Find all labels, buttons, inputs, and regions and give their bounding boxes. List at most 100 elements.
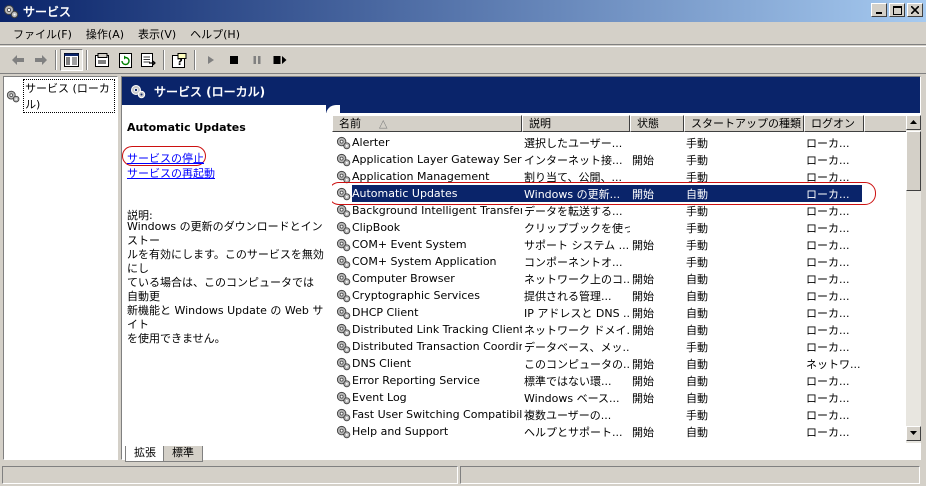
cell-text: 自動: [686, 306, 708, 320]
table-row[interactable]: Cryptographic Services 提供される管理... 開始 自動 ローカ.…: [332, 287, 906, 304]
cell-text: 手動: [686, 204, 708, 218]
cell-text: ローカ...: [806, 391, 850, 405]
service-gear-icon: [336, 425, 351, 439]
cell-name: DHCP Client: [332, 305, 522, 320]
console-tree-icon: [64, 53, 79, 67]
cell-text: 開始: [632, 306, 654, 320]
close-button[interactable]: [907, 3, 923, 17]
service-list[interactable]: 名前 △ 説明 状態 スタートアップの種類 ログオン Alerter 選択したユーザ…: [332, 115, 920, 443]
banner-tail: [326, 105, 920, 113]
table-row[interactable]: Alerter 選択したユーザー... 手動 ローカ...: [332, 134, 906, 151]
column-header-label: 説明: [529, 117, 551, 130]
table-row-selected[interactable]: Automatic Updates Windows の更新... 開始 自動 ローカ..…: [332, 182, 906, 205]
back-button[interactable]: [6, 49, 29, 71]
table-row[interactable]: DNS Client このコンピュータの... 開始 自動 ネットワ...: [332, 355, 906, 372]
table-row[interactable]: Computer Browser ネットワーク上のコ... 開始 自動 ローカ...: [332, 270, 906, 287]
scroll-up-button[interactable]: [906, 115, 921, 130]
cell-status: 開始: [630, 305, 684, 321]
stop-service-button[interactable]: [222, 49, 245, 71]
column-header-startup-type[interactable]: スタートアップの種類: [684, 115, 804, 132]
help-button[interactable]: ?: [168, 49, 191, 71]
cell-text: ローカ...: [806, 340, 850, 354]
table-row[interactable]: Fast User Switching Compatibility 複数ユーザーの…: [332, 406, 906, 423]
cell-logon: ネットワ...: [804, 356, 864, 372]
export-list-button[interactable]: [137, 49, 160, 71]
menu-action[interactable]: 操作(A): [79, 24, 131, 44]
cell-status: 開始: [630, 322, 684, 338]
cell-logon: ローカ...: [804, 424, 864, 440]
tab-extended[interactable]: 拡張: [125, 446, 165, 462]
table-row[interactable]: Distributed Transaction Coordin... データベース…: [332, 338, 906, 355]
cell-text: Distributed Transaction Coordin...: [352, 340, 522, 353]
cell-text: ローカ...: [806, 255, 850, 269]
cell-text: 自動: [686, 272, 708, 286]
cell-text: 開始: [632, 272, 654, 286]
cell-text: 複数ユーザーの...: [524, 408, 612, 422]
cell-text: ClipBook: [352, 221, 401, 234]
table-row[interactable]: Distributed Link Tracking Client ネットワーク ド…: [332, 321, 906, 338]
scroll-thumb[interactable]: [906, 131, 921, 191]
column-header-description[interactable]: 説明: [522, 115, 630, 132]
cell-text: 手動: [686, 255, 708, 269]
stop-service-link[interactable]: サービスの停止: [127, 150, 204, 166]
cell-text: 開始: [632, 238, 654, 252]
column-header-logon[interactable]: ログオン: [804, 115, 864, 132]
cell-text: ローカ...: [806, 204, 850, 218]
cell-name: Computer Browser: [332, 271, 522, 286]
menu-help[interactable]: ヘルプ(H): [183, 24, 247, 44]
table-row[interactable]: Error Reporting Service 標準ではない環... 開始 自動 ローカ…: [332, 372, 906, 389]
cell-startup: 自動: [684, 390, 804, 406]
cell-desc: コンポーネントオ...: [522, 254, 630, 270]
cell-startup: 自動: [684, 271, 804, 287]
cell-text: ネットワ...: [806, 357, 861, 371]
menu-view[interactable]: 表示(V): [131, 24, 183, 44]
table-row[interactable]: Help and Support ヘルプとサポート... 開始 自動 ローカ...: [332, 423, 906, 440]
status-panel: [460, 466, 920, 484]
toolbar-separator: [55, 50, 57, 70]
cell-name: Distributed Link Tracking Client: [332, 322, 522, 337]
cell-logon: ローカ...: [804, 305, 864, 321]
show-tree-button[interactable]: [60, 49, 83, 71]
pause-service-button[interactable]: [245, 49, 268, 71]
status-bar: [0, 464, 926, 486]
table-row[interactable]: DHCP Client IP アドレスと DNS ... 開始 自動 ローカ...: [332, 304, 906, 321]
services-app-icon: [4, 5, 19, 19]
refresh-button[interactable]: [114, 49, 137, 71]
table-row[interactable]: COM+ System Application コンポーネントオ... 手動 ローカ.…: [332, 253, 906, 270]
cell-text: 自動: [686, 425, 708, 439]
table-row[interactable]: COM+ Event System サポート システム ... 開始 手動 ローカ...: [332, 236, 906, 253]
service-gear-icon: [336, 272, 351, 286]
vertical-scrollbar[interactable]: [906, 115, 921, 443]
console-tree[interactable]: サービス (ローカル): [3, 76, 118, 460]
table-row[interactable]: Application Layer Gateway Serv... インターネット…: [332, 151, 906, 168]
properties-button[interactable]: [91, 49, 114, 71]
table-row[interactable]: ClipBook クリップブックを使っ... 手動 ローカ...: [332, 219, 906, 236]
column-header-name[interactable]: 名前 △: [332, 115, 522, 132]
service-gear-icon: [336, 221, 351, 235]
forward-button[interactable]: [29, 49, 52, 71]
restart-service-button[interactable]: [268, 49, 291, 71]
tree-item-services-local[interactable]: サービス (ローカル): [4, 77, 117, 115]
cell-text: 自動: [686, 374, 708, 388]
scroll-down-button[interactable]: [906, 426, 921, 441]
minimize-button[interactable]: [871, 3, 887, 17]
table-row[interactable]: Event Log Windows ベース... 開始 自動 ローカ...: [332, 389, 906, 406]
start-service-button[interactable]: [199, 49, 222, 71]
cell-text: ローカ...: [806, 272, 850, 286]
menu-file[interactable]: ファイル(F): [6, 24, 79, 44]
restart-service-link[interactable]: サービスの再起動: [127, 165, 215, 181]
cell-name: COM+ Event System: [332, 237, 522, 252]
view-tabs: 拡張 標準: [121, 444, 921, 462]
maximize-button[interactable]: [889, 3, 905, 17]
cell-logon: ローカ...: [804, 288, 864, 304]
export-list-icon: [141, 52, 156, 67]
cell-logon: ローカ...: [804, 373, 864, 389]
cell-startup: 手動: [684, 407, 804, 423]
table-row[interactable]: Background Intelligent Transfer... データを転送…: [332, 202, 906, 219]
column-header-status[interactable]: 状態: [630, 115, 684, 132]
tab-standard[interactable]: 標準: [163, 446, 203, 462]
cell-status: 開始: [630, 271, 684, 287]
cell-text: 自動: [686, 357, 708, 371]
tree-item-label: サービス (ローカル): [23, 79, 115, 113]
title-bar[interactable]: サービス: [0, 0, 926, 22]
